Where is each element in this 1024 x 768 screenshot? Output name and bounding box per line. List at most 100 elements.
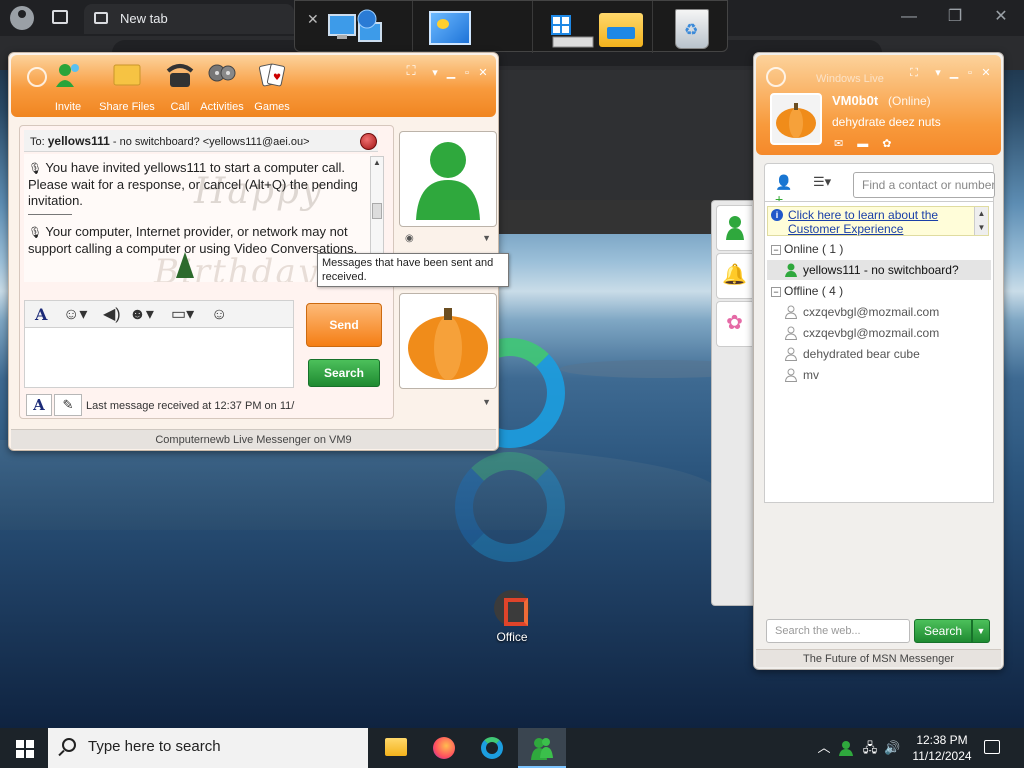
contact-name: cxzqevbgl@mozmail.com: [803, 305, 940, 319]
contact-display-picture[interactable]: [399, 131, 497, 227]
font-tab-icon[interactable]: A: [26, 394, 52, 416]
share-files-button[interactable]: Share Files: [95, 61, 159, 115]
view-options-icon[interactable]: ☰▾: [813, 174, 837, 194]
search-placeholder: Type here to search: [88, 738, 221, 755]
customer-experience-link[interactable]: i Click here to learn about the Customer…: [767, 206, 989, 236]
web-search-input[interactable]: Search the web...: [766, 619, 910, 643]
web-search-button[interactable]: Search: [914, 619, 972, 643]
scroll-up-icon[interactable]: ▲: [372, 158, 382, 167]
profile-icon[interactable]: [10, 6, 34, 30]
clock[interactable]: 12:38 PM 11/12/2024: [910, 732, 974, 764]
notifications-icon[interactable]: [984, 740, 1000, 754]
emoticon-icon[interactable]: ☺▾: [63, 305, 87, 325]
menu-dropdown-icon[interactable]: ▾: [429, 67, 441, 79]
messenger-logo-icon[interactable]: [766, 67, 786, 87]
close-window-button[interactable]: ✕: [477, 67, 489, 79]
status-line: A ✎ Last message received at 12:37 PM on…: [24, 392, 384, 416]
network-icon[interactable]: 🖧: [862, 740, 878, 756]
spaces-tab[interactable]: ✿: [716, 301, 752, 347]
this-pc-icon: [551, 15, 594, 48]
send-button[interactable]: Send: [306, 303, 382, 347]
search-button[interactable]: Search: [308, 359, 380, 387]
file-explorer-icon: [385, 738, 407, 756]
contact-item[interactable]: cxzqevbgl@mozmail.com: [767, 323, 991, 343]
voice-clip-icon[interactable]: ◀): [103, 305, 121, 325]
preview-this-pc[interactable]: [535, 1, 653, 53]
block-contact-button[interactable]: [360, 133, 377, 150]
contact-item[interactable]: mv: [767, 365, 991, 385]
personal-message[interactable]: dehydrate deez nuts: [832, 115, 941, 129]
paint-bucket-icon[interactable]: ⛶: [405, 64, 417, 77]
collapse-icon[interactable]: −: [771, 244, 781, 255]
msn-today-icon[interactable]: ✿: [882, 138, 905, 150]
maximize-window-button[interactable]: ▫: [964, 67, 976, 79]
contact-item[interactable]: dehydrated bear cube: [767, 344, 991, 364]
contact-list-window: Windows Live ⛶ ▾ ▁ ▫ ✕ VM0b0t (Online) d…: [753, 52, 1004, 670]
group-online[interactable]: − Online ( 1 ): [771, 242, 843, 256]
contact-item[interactable]: cxzqevbgl@mozmail.com: [767, 302, 991, 322]
handwriting-icon[interactable]: ✎: [54, 394, 82, 416]
tooltip: Messages that have been sent and receive…: [317, 253, 509, 287]
banner-scroll-icon[interactable]: ▲ ▼: [974, 207, 988, 235]
pumpkin-icon: [776, 103, 816, 138]
games-button[interactable]: ♥ Games: [245, 61, 299, 115]
close-button[interactable]: ✕: [990, 6, 1012, 28]
mail-icon[interactable]: ✉: [834, 138, 857, 150]
display-name[interactable]: VM0b0t: [832, 93, 878, 108]
contact-name: mv: [803, 368, 819, 382]
preview-network[interactable]: ✕: [295, 1, 413, 53]
office-icon: [494, 590, 530, 626]
find-contact-input[interactable]: Find a contact or number...: [853, 172, 995, 198]
invite-button[interactable]: Invite: [41, 61, 95, 115]
font-icon[interactable]: A: [35, 305, 47, 325]
collapse-icon[interactable]: −: [771, 286, 781, 297]
browser-tab[interactable]: New tab: [84, 4, 294, 34]
menu-dropdown-icon[interactable]: ▾: [932, 67, 944, 79]
my-display-picture[interactable]: [399, 293, 497, 389]
messenger-tray-icon[interactable]: [838, 740, 854, 756]
show-hidden-icons[interactable]: ︿: [816, 740, 832, 756]
contact-picture-menu[interactable]: ◉ ▼: [399, 231, 497, 249]
add-contact-icon[interactable]: 👤+: [775, 174, 799, 207]
my-avatar[interactable]: [770, 93, 822, 145]
preview-recycle-bin[interactable]: [655, 1, 727, 53]
nudge-icon[interactable]: ☺: [211, 305, 227, 325]
group-offline[interactable]: − Offline ( 4 ): [771, 284, 843, 298]
close-window-button[interactable]: ✕: [980, 67, 992, 79]
banner-text: Click here to learn about the Customer E…: [788, 208, 939, 236]
office-desktop-icon[interactable]: Office: [488, 590, 536, 644]
volume-icon[interactable]: 🔊: [884, 740, 900, 756]
activities-button[interactable]: Activities: [193, 61, 251, 115]
contact-item[interactable]: yellows111 - no switchboard?: [767, 260, 991, 280]
contacts-tab[interactable]: [716, 205, 752, 251]
games-label: Games: [254, 101, 290, 113]
message-compose-field[interactable]: [24, 328, 294, 388]
alerts-tab[interactable]: 🔔: [716, 253, 752, 299]
recipient-detail: - no switchboard? <yellows111@aei.ou>: [112, 136, 310, 148]
taskbar-edge[interactable]: [468, 728, 516, 768]
microphone-icon: 🎙: [28, 163, 42, 175]
windows-logo-icon: [16, 740, 24, 748]
taskbar-messenger[interactable]: [518, 728, 566, 768]
tab-actions-icon[interactable]: [52, 10, 68, 24]
paint-bucket-icon[interactable]: ⛶: [908, 67, 920, 79]
online-status[interactable]: (Online): [888, 94, 931, 108]
taskbar-file-explorer[interactable]: [372, 728, 420, 768]
wink-icon[interactable]: ☻▾: [129, 305, 154, 325]
restore-button[interactable]: ❐: [944, 6, 966, 28]
background-icon[interactable]: ▭▾: [171, 305, 194, 325]
svg-text:♥: ♥: [273, 73, 281, 83]
contact-list-footer: The Future of MSN Messenger: [756, 649, 1001, 667]
folder-icon[interactable]: ▬: [857, 138, 882, 150]
maximize-window-button[interactable]: ▫: [461, 67, 473, 79]
start-button[interactable]: [0, 728, 48, 768]
search-dropdown-icon[interactable]: ▼: [972, 619, 990, 643]
my-picture-menu[interactable]: ▼: [399, 395, 497, 413]
minimize-window-button[interactable]: ▁: [445, 67, 457, 79]
minimize-button[interactable]: —: [898, 6, 920, 28]
taskbar-firefox[interactable]: [420, 728, 468, 768]
taskbar-search[interactable]: Type here to search: [48, 728, 368, 768]
minimize-window-button[interactable]: ▁: [948, 67, 960, 79]
scroll-thumb[interactable]: [372, 203, 382, 219]
preview-control-panel[interactable]: [415, 1, 533, 53]
